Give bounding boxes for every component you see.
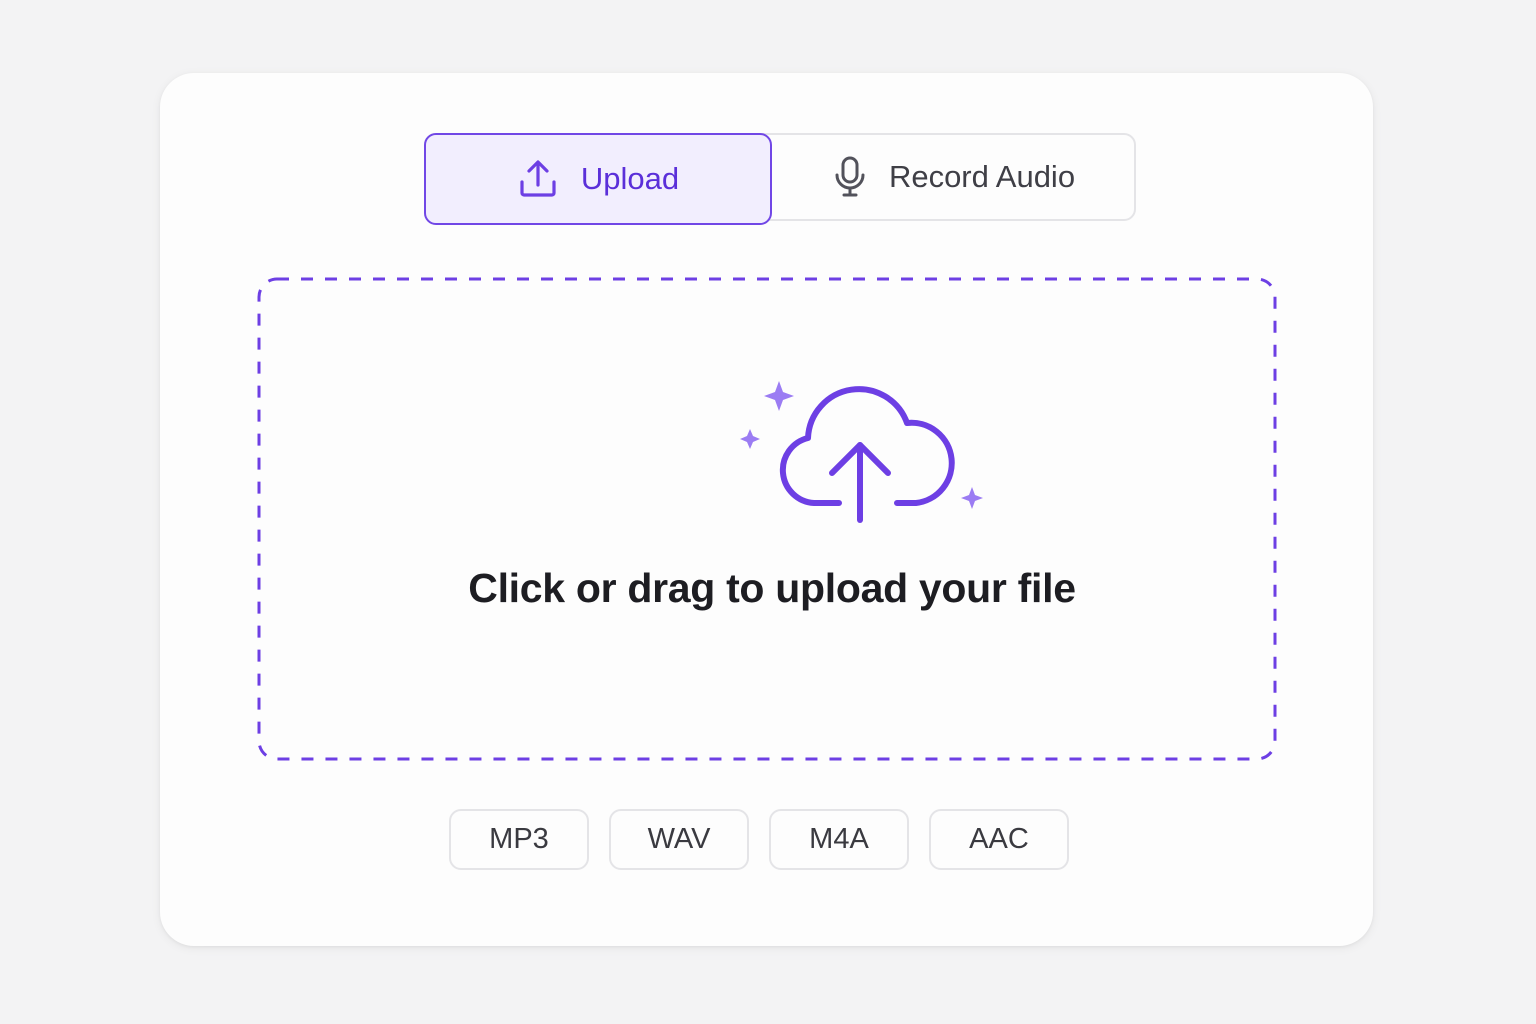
format-chip-m4a: M4A [769, 809, 909, 870]
tab-record-label: Record Audio [888, 159, 1076, 194]
file-dropzone[interactable]: Click or drag to upload your file [257, 277, 1277, 761]
format-chip-wav: WAV [609, 809, 749, 870]
upload-icon [517, 158, 559, 200]
tab-upload[interactable]: Upload [424, 133, 772, 225]
tab-upload-label: Upload [580, 161, 680, 196]
upload-card: Upload Record Audio Click or drag to upl… [160, 73, 1373, 946]
microphone-icon [833, 156, 867, 198]
supported-formats: MP3 WAV M4A AAC [449, 809, 1069, 870]
cloud-upload-icon [740, 381, 983, 523]
dropzone-instruction: Click or drag to upload your file [468, 565, 1076, 611]
mode-tabs: Upload Record Audio [424, 133, 1136, 225]
tab-record-audio[interactable]: Record Audio [772, 135, 1136, 219]
format-chip-mp3: MP3 [449, 809, 589, 870]
format-chip-aac: AAC [929, 809, 1069, 870]
